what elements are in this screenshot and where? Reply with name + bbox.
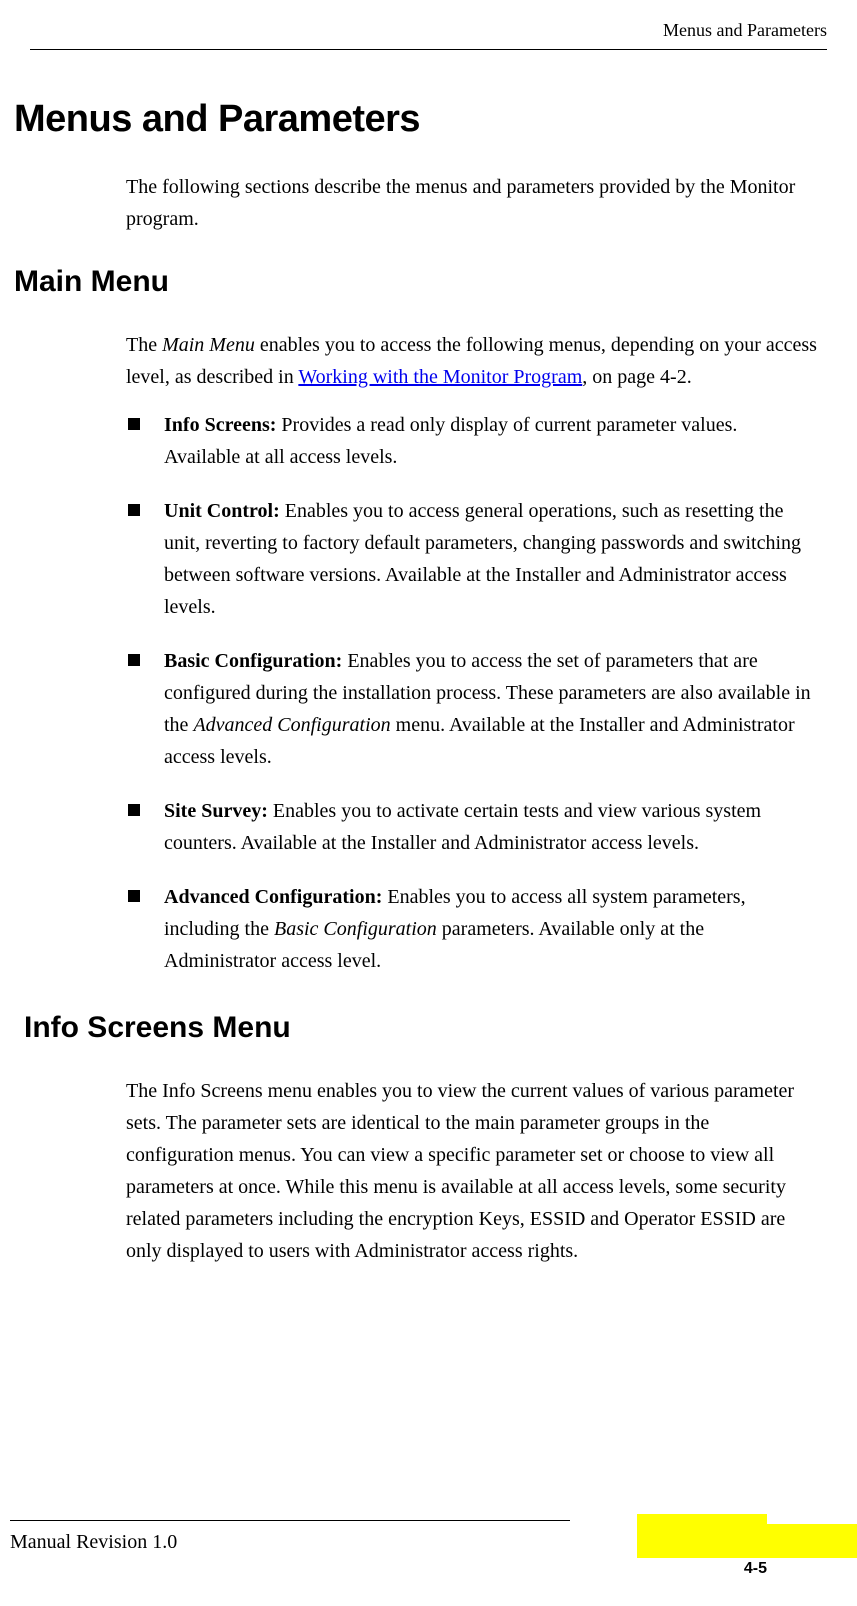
text-fragment: , on page 4-2. <box>582 366 691 388</box>
list-item: Basic Configuration: Enables you to acce… <box>126 645 817 773</box>
header-divider <box>30 49 827 50</box>
italic-basic-config: Basic Configuration <box>274 918 437 940</box>
page-number: 4-5 <box>744 1560 767 1578</box>
bullet-label: Unit Control: <box>164 500 280 522</box>
info-screens-paragraph: The Info Screens menu enables you to vie… <box>126 1075 817 1267</box>
list-item: Advanced Configuration: Enables you to a… <box>126 881 817 977</box>
intro-paragraph: The following sections describe the menu… <box>126 171 817 235</box>
italic-main-menu: Main Menu <box>162 334 255 356</box>
text-fragment: The <box>126 334 162 356</box>
heading-main-menu: Main Menu <box>14 265 827 299</box>
footer-revision: Manual Revision 1.0 <box>10 1531 177 1554</box>
bullet-label: Basic Configuration: <box>164 650 342 672</box>
bullet-label: Site Survey: <box>164 800 268 822</box>
bullet-label: Info Screens: <box>164 414 276 436</box>
list-item: Info Screens: Provides a read only displ… <box>126 409 817 473</box>
italic-advanced-config: Advanced Configuration <box>193 714 390 736</box>
bullet-label: Advanced Configuration: <box>164 886 382 908</box>
header-section-label: Menus and Parameters <box>30 20 827 49</box>
footer: Manual Revision 1.0 <box>10 1520 827 1554</box>
list-item: Site Survey: Enables you to activate cer… <box>126 795 817 859</box>
heading-1: Menus and Parameters <box>14 98 827 141</box>
bullet-list: Info Screens: Provides a read only displ… <box>126 409 817 977</box>
main-menu-intro: The Main Menu enables you to access the … <box>126 329 817 393</box>
link-working-with-monitor[interactable]: Working with the Monitor Program <box>298 366 582 388</box>
footer-divider <box>10 1520 570 1521</box>
heading-info-screens: Info Screens Menu <box>24 1011 827 1045</box>
list-item: Unit Control: Enables you to access gene… <box>126 495 817 623</box>
